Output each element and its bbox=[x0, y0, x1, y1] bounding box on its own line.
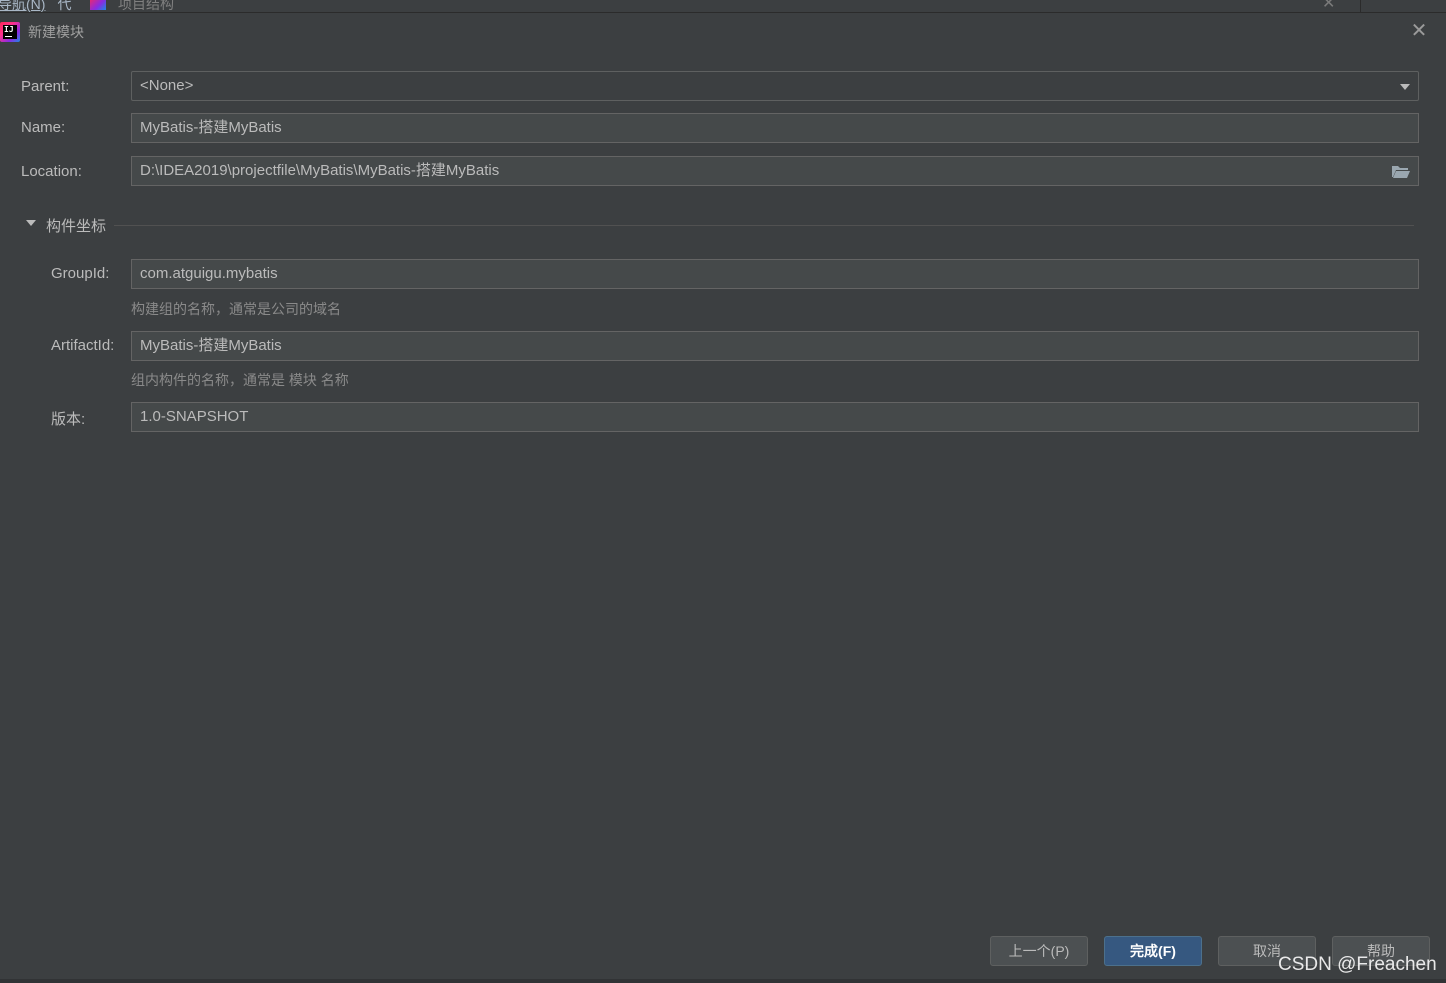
new-module-dialog: IJ 新建模块 ✕ Parent: <None> Name: MyBatis-搭… bbox=[0, 12, 1446, 983]
watermark: CSDN @Freachen bbox=[1278, 954, 1437, 975]
background-ide-strip: 导航(N) 代 项目结构 ✕ bbox=[0, 0, 1446, 12]
artifactid-label: ArtifactId: bbox=[51, 337, 115, 354]
background-window-title: 项目结构 bbox=[118, 0, 174, 12]
chevron-down-icon[interactable] bbox=[1400, 84, 1410, 90]
intellij-idea-icon: IJ bbox=[0, 22, 20, 42]
menu-navigate[interactable]: 导航(N) bbox=[0, 0, 45, 12]
version-input[interactable]: 1.0-SNAPSHOT bbox=[131, 402, 1419, 432]
dialog-title: 新建模块 bbox=[28, 24, 84, 40]
menu-code[interactable]: 代 bbox=[57, 0, 71, 12]
folder-icon[interactable] bbox=[1392, 165, 1410, 178]
finish-button[interactable]: 完成(F) bbox=[1104, 936, 1202, 966]
section-divider bbox=[114, 225, 1414, 226]
background-divider bbox=[1360, 0, 1361, 12]
groupid-input[interactable]: com.atguigu.mybatis bbox=[131, 259, 1419, 289]
section-title[interactable]: 构件坐标 bbox=[46, 215, 106, 236]
parent-select-value: <None> bbox=[140, 77, 194, 94]
bottom-strip bbox=[0, 979, 1446, 983]
close-icon[interactable]: ✕ bbox=[1408, 20, 1430, 42]
artifactid-hint: 组内构件的名称，通常是 模块 名称 bbox=[131, 372, 349, 388]
previous-button[interactable]: 上一个(P) bbox=[990, 936, 1088, 966]
version-label: 版本: bbox=[51, 411, 86, 428]
triangle-down-icon[interactable] bbox=[26, 220, 36, 226]
artifact-coordinates-section: 构件坐标 bbox=[22, 213, 1422, 235]
background-app-icon bbox=[90, 0, 106, 10]
location-input[interactable]: D:\IDEA2019\projectfile\MyBatis\MyBatis-… bbox=[131, 156, 1419, 186]
background-close-icon[interactable]: ✕ bbox=[1322, 0, 1335, 12]
parent-label: Parent: bbox=[21, 78, 70, 95]
groupid-label: GroupId: bbox=[51, 265, 110, 282]
name-label: Name: bbox=[21, 119, 66, 136]
background-menu: 导航(N) 代 bbox=[0, 0, 83, 12]
dialog-title-bar: IJ 新建模块 ✕ bbox=[0, 13, 1446, 51]
artifactid-input[interactable]: MyBatis-搭建MyBatis bbox=[131, 331, 1419, 361]
parent-select[interactable]: <None> bbox=[131, 71, 1419, 101]
groupid-hint: 构建组的名称，通常是公司的域名 bbox=[131, 301, 341, 317]
location-input-value: D:\IDEA2019\projectfile\MyBatis\MyBatis-… bbox=[140, 162, 500, 179]
name-input[interactable]: MyBatis-搭建MyBatis bbox=[131, 113, 1419, 143]
location-label: Location: bbox=[21, 163, 82, 180]
